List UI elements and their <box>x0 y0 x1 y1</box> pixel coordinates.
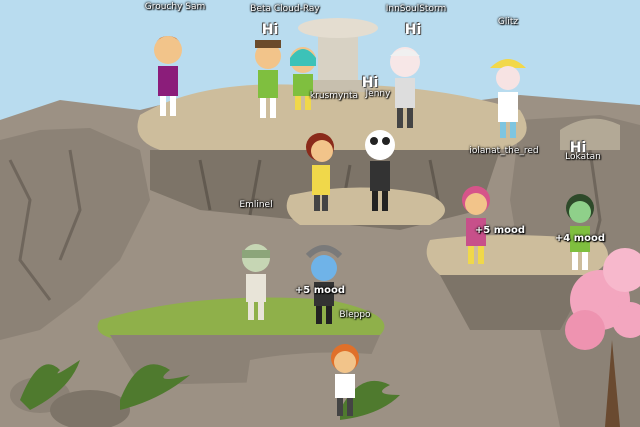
avatar-krusmynta[interactable] <box>285 42 321 116</box>
avatar-grouchy-sam[interactable] <box>150 32 186 126</box>
name-label-bleppo: Bleppo <box>339 310 371 320</box>
avatar-iolanat-the-red[interactable] <box>360 125 400 219</box>
chat-bubble-beta-cloud-ray: Hi <box>261 22 279 38</box>
chat-bubble-krusmynta: Hi <box>361 75 379 91</box>
chat-bubble-lokatan: Hi <box>569 140 587 156</box>
mood-popup-green-skin: +4 mood <box>554 233 606 244</box>
name-label-emlinel: Emlinel <box>239 200 273 210</box>
name-label-iolanat-the-red: iolanat_the_red <box>469 146 539 156</box>
game-scene[interactable]: Grouchy Sam Beta Cloud-Ray InnSoulStorm … <box>0 0 640 427</box>
avatar-jenny[interactable] <box>300 125 340 219</box>
name-label-innsoulstorm: InnSoulStorm <box>385 4 447 14</box>
avatar-glitz[interactable] <box>488 52 528 146</box>
name-label-krusmynta: krusmynta <box>309 91 359 101</box>
name-label-beta-cloud-ray: Beta Cloud-Ray <box>250 4 320 14</box>
name-label-grouchy-sam: Grouchy Sam <box>144 2 206 12</box>
avatar-emlinel[interactable] <box>236 240 276 326</box>
mood-popup-pink-hair: +5 mood <box>474 225 526 236</box>
chat-bubble-innsoulstorm: Hi <box>404 22 422 38</box>
avatar-innsoulstorm[interactable] <box>385 42 425 136</box>
avatar-orange-hair-bottom[interactable] <box>325 342 365 426</box>
avatar-beta-cloud-ray[interactable] <box>250 38 286 126</box>
name-label-glitz: Glitz <box>497 17 519 27</box>
mood-popup-bleppo: +5 mood <box>294 285 346 296</box>
